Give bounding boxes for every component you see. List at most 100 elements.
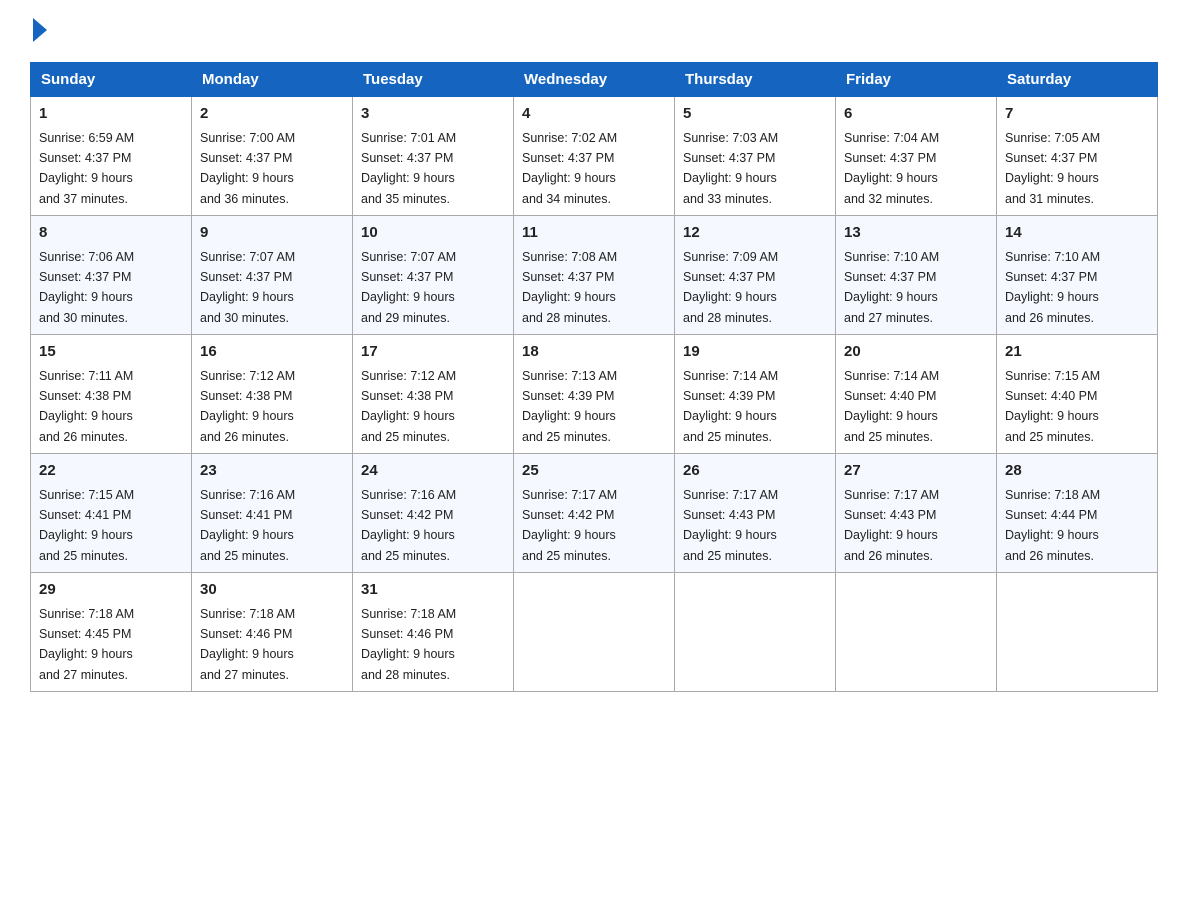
day-info: Sunrise: 7:12 AMSunset: 4:38 PMDaylight:… — [200, 369, 295, 444]
calendar-cell — [675, 573, 836, 692]
calendar-cell: 29 Sunrise: 7:18 AMSunset: 4:45 PMDaylig… — [31, 573, 192, 692]
day-number: 30 — [200, 579, 344, 602]
day-info: Sunrise: 7:10 AMSunset: 4:37 PMDaylight:… — [844, 250, 939, 325]
weekday-header-wednesday: Wednesday — [514, 63, 675, 97]
calendar-cell: 30 Sunrise: 7:18 AMSunset: 4:46 PMDaylig… — [192, 573, 353, 692]
day-number: 20 — [844, 341, 988, 364]
day-info: Sunrise: 7:14 AMSunset: 4:39 PMDaylight:… — [683, 369, 778, 444]
day-number: 22 — [39, 460, 183, 483]
day-info: Sunrise: 7:17 AMSunset: 4:43 PMDaylight:… — [683, 488, 778, 563]
page-header — [30, 20, 1158, 44]
day-info: Sunrise: 7:18 AMSunset: 4:46 PMDaylight:… — [361, 607, 456, 682]
calendar-cell: 9 Sunrise: 7:07 AMSunset: 4:37 PMDayligh… — [192, 216, 353, 335]
day-info: Sunrise: 7:18 AMSunset: 4:46 PMDaylight:… — [200, 607, 295, 682]
day-info: Sunrise: 7:12 AMSunset: 4:38 PMDaylight:… — [361, 369, 456, 444]
calendar-cell — [514, 573, 675, 692]
day-info: Sunrise: 7:10 AMSunset: 4:37 PMDaylight:… — [1005, 250, 1100, 325]
day-number: 3 — [361, 103, 505, 126]
calendar-cell: 16 Sunrise: 7:12 AMSunset: 4:38 PMDaylig… — [192, 335, 353, 454]
day-number: 14 — [1005, 222, 1149, 245]
calendar-cell — [836, 573, 997, 692]
day-info: Sunrise: 7:08 AMSunset: 4:37 PMDaylight:… — [522, 250, 617, 325]
day-number: 19 — [683, 341, 827, 364]
day-number: 26 — [683, 460, 827, 483]
calendar-week-row: 22 Sunrise: 7:15 AMSunset: 4:41 PMDaylig… — [31, 454, 1158, 573]
day-info: Sunrise: 7:13 AMSunset: 4:39 PMDaylight:… — [522, 369, 617, 444]
calendar-cell: 11 Sunrise: 7:08 AMSunset: 4:37 PMDaylig… — [514, 216, 675, 335]
calendar-cell: 31 Sunrise: 7:18 AMSunset: 4:46 PMDaylig… — [353, 573, 514, 692]
calendar-week-row: 1 Sunrise: 6:59 AMSunset: 4:37 PMDayligh… — [31, 97, 1158, 216]
day-info: Sunrise: 7:15 AMSunset: 4:41 PMDaylight:… — [39, 488, 134, 563]
calendar-week-row: 8 Sunrise: 7:06 AMSunset: 4:37 PMDayligh… — [31, 216, 1158, 335]
calendar-week-row: 29 Sunrise: 7:18 AMSunset: 4:45 PMDaylig… — [31, 573, 1158, 692]
calendar-cell: 24 Sunrise: 7:16 AMSunset: 4:42 PMDaylig… — [353, 454, 514, 573]
day-info: Sunrise: 7:06 AMSunset: 4:37 PMDaylight:… — [39, 250, 134, 325]
calendar-cell: 28 Sunrise: 7:18 AMSunset: 4:44 PMDaylig… — [997, 454, 1158, 573]
day-number: 9 — [200, 222, 344, 245]
day-number: 16 — [200, 341, 344, 364]
day-number: 4 — [522, 103, 666, 126]
day-number: 10 — [361, 222, 505, 245]
day-number: 28 — [1005, 460, 1149, 483]
weekday-header-monday: Monday — [192, 63, 353, 97]
day-info: Sunrise: 7:07 AMSunset: 4:37 PMDaylight:… — [361, 250, 456, 325]
calendar-cell: 25 Sunrise: 7:17 AMSunset: 4:42 PMDaylig… — [514, 454, 675, 573]
calendar-cell: 13 Sunrise: 7:10 AMSunset: 4:37 PMDaylig… — [836, 216, 997, 335]
day-info: Sunrise: 7:14 AMSunset: 4:40 PMDaylight:… — [844, 369, 939, 444]
calendar-cell: 18 Sunrise: 7:13 AMSunset: 4:39 PMDaylig… — [514, 335, 675, 454]
calendar-table: SundayMondayTuesdayWednesdayThursdayFrid… — [30, 62, 1158, 692]
day-number: 1 — [39, 103, 183, 126]
calendar-cell: 2 Sunrise: 7:00 AMSunset: 4:37 PMDayligh… — [192, 97, 353, 216]
day-info: Sunrise: 7:07 AMSunset: 4:37 PMDaylight:… — [200, 250, 295, 325]
calendar-body: 1 Sunrise: 6:59 AMSunset: 4:37 PMDayligh… — [31, 97, 1158, 692]
day-number: 12 — [683, 222, 827, 245]
day-info: Sunrise: 7:05 AMSunset: 4:37 PMDaylight:… — [1005, 131, 1100, 206]
day-number: 21 — [1005, 341, 1149, 364]
weekday-header-thursday: Thursday — [675, 63, 836, 97]
calendar-cell: 19 Sunrise: 7:14 AMSunset: 4:39 PMDaylig… — [675, 335, 836, 454]
calendar-header: SundayMondayTuesdayWednesdayThursdayFrid… — [31, 63, 1158, 97]
weekday-header-friday: Friday — [836, 63, 997, 97]
day-number: 25 — [522, 460, 666, 483]
day-number: 13 — [844, 222, 988, 245]
calendar-cell: 15 Sunrise: 7:11 AMSunset: 4:38 PMDaylig… — [31, 335, 192, 454]
day-info: Sunrise: 7:15 AMSunset: 4:40 PMDaylight:… — [1005, 369, 1100, 444]
weekday-header-tuesday: Tuesday — [353, 63, 514, 97]
calendar-cell: 17 Sunrise: 7:12 AMSunset: 4:38 PMDaylig… — [353, 335, 514, 454]
day-number: 29 — [39, 579, 183, 602]
day-number: 17 — [361, 341, 505, 364]
day-number: 2 — [200, 103, 344, 126]
calendar-cell: 10 Sunrise: 7:07 AMSunset: 4:37 PMDaylig… — [353, 216, 514, 335]
day-info: Sunrise: 7:17 AMSunset: 4:43 PMDaylight:… — [844, 488, 939, 563]
calendar-cell: 26 Sunrise: 7:17 AMSunset: 4:43 PMDaylig… — [675, 454, 836, 573]
day-info: Sunrise: 7:01 AMSunset: 4:37 PMDaylight:… — [361, 131, 456, 206]
calendar-cell: 22 Sunrise: 7:15 AMSunset: 4:41 PMDaylig… — [31, 454, 192, 573]
calendar-cell: 4 Sunrise: 7:02 AMSunset: 4:37 PMDayligh… — [514, 97, 675, 216]
weekday-header-saturday: Saturday — [997, 63, 1158, 97]
day-info: Sunrise: 7:18 AMSunset: 4:45 PMDaylight:… — [39, 607, 134, 682]
calendar-cell — [997, 573, 1158, 692]
day-number: 27 — [844, 460, 988, 483]
calendar-cell: 7 Sunrise: 7:05 AMSunset: 4:37 PMDayligh… — [997, 97, 1158, 216]
day-info: Sunrise: 7:16 AMSunset: 4:41 PMDaylight:… — [200, 488, 295, 563]
calendar-cell: 3 Sunrise: 7:01 AMSunset: 4:37 PMDayligh… — [353, 97, 514, 216]
calendar-cell: 20 Sunrise: 7:14 AMSunset: 4:40 PMDaylig… — [836, 335, 997, 454]
weekday-header-row: SundayMondayTuesdayWednesdayThursdayFrid… — [31, 63, 1158, 97]
calendar-cell: 23 Sunrise: 7:16 AMSunset: 4:41 PMDaylig… — [192, 454, 353, 573]
calendar-cell: 21 Sunrise: 7:15 AMSunset: 4:40 PMDaylig… — [997, 335, 1158, 454]
day-number: 18 — [522, 341, 666, 364]
logo-arrow-icon — [33, 18, 47, 42]
weekday-header-sunday: Sunday — [31, 63, 192, 97]
day-info: Sunrise: 7:17 AMSunset: 4:42 PMDaylight:… — [522, 488, 617, 563]
calendar-week-row: 15 Sunrise: 7:11 AMSunset: 4:38 PMDaylig… — [31, 335, 1158, 454]
day-number: 6 — [844, 103, 988, 126]
day-info: Sunrise: 7:11 AMSunset: 4:38 PMDaylight:… — [39, 369, 133, 444]
day-info: Sunrise: 6:59 AMSunset: 4:37 PMDaylight:… — [39, 131, 134, 206]
day-info: Sunrise: 7:09 AMSunset: 4:37 PMDaylight:… — [683, 250, 778, 325]
logo — [30, 20, 47, 44]
day-number: 31 — [361, 579, 505, 602]
day-number: 24 — [361, 460, 505, 483]
day-number: 8 — [39, 222, 183, 245]
day-number: 11 — [522, 222, 666, 245]
day-info: Sunrise: 7:00 AMSunset: 4:37 PMDaylight:… — [200, 131, 295, 206]
